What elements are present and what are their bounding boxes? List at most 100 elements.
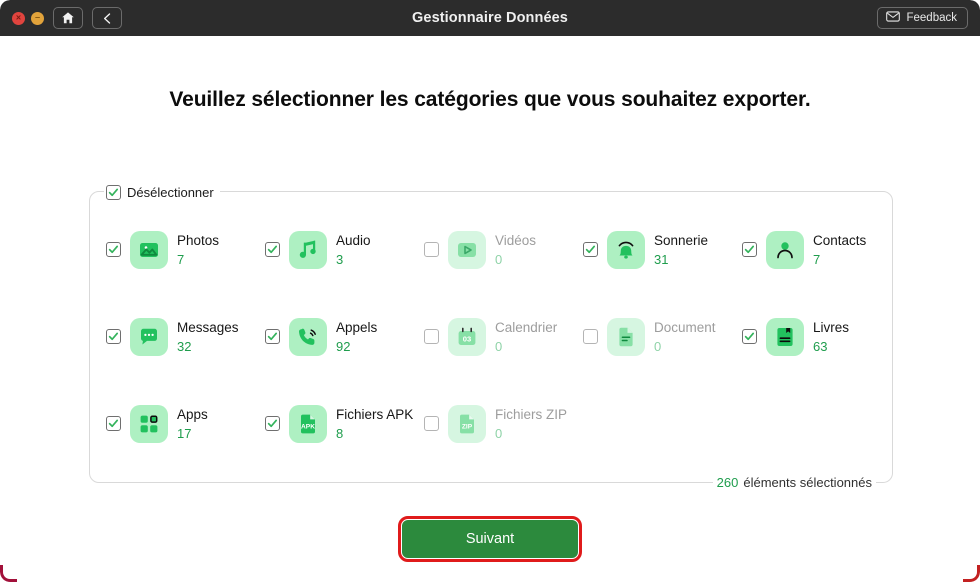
category-name: Livres — [813, 320, 850, 335]
minimize-button[interactable]: − — [31, 11, 44, 25]
home-button[interactable] — [53, 7, 83, 29]
category-item[interactable]: Audio 3 — [265, 220, 424, 307]
category-count: 17 — [177, 426, 192, 441]
category-checkbox[interactable] — [106, 416, 121, 431]
category-item[interactable]: APK Fichiers APK 8 — [265, 394, 424, 481]
category-item[interactable]: 03 Calendrier 0 — [424, 307, 583, 394]
window-controls: × − — [12, 11, 44, 25]
category-meta: Vidéos 0 — [495, 230, 536, 269]
category-count: 0 — [495, 426, 503, 441]
document-icon — [607, 318, 645, 356]
category-name: Photos — [177, 233, 220, 248]
category-name: Appels — [336, 320, 378, 335]
category-meta: Fichiers ZIP 0 — [495, 404, 567, 443]
envelope-icon — [886, 11, 901, 25]
svg-text:ZIP: ZIP — [462, 424, 473, 431]
category-item[interactable]: Document 0 — [583, 307, 742, 394]
category-checkbox[interactable] — [424, 416, 439, 431]
category-item[interactable]: Messages 32 — [106, 307, 265, 394]
category-checkbox[interactable] — [583, 329, 598, 344]
category-meta: Messages 32 — [177, 317, 239, 356]
home-icon — [61, 11, 75, 25]
deselect-all-checkbox[interactable] — [106, 184, 121, 200]
category-checkbox[interactable] — [742, 242, 757, 257]
category-item[interactable]: Appels 92 — [265, 307, 424, 394]
category-panel: Désélectionner Photos 7 Audio 3 Vidéos 0 Sonne… — [89, 182, 893, 492]
minimize-icon: − — [34, 12, 41, 22]
feedback-label: Feedback — [906, 12, 957, 24]
calendar-icon: 03 — [448, 318, 486, 356]
app-window: × − Gestionnaire Données Feedback Veuill… — [0, 0, 980, 582]
photo-icon — [130, 231, 168, 269]
category-meta: Appels 92 — [336, 317, 377, 356]
category-item[interactable]: Sonnerie 31 — [583, 220, 742, 307]
category-count: 7 — [177, 252, 185, 267]
category-name: Sonnerie — [654, 233, 709, 248]
chevron-left-icon — [101, 12, 114, 25]
category-meta: Sonnerie 31 — [654, 230, 708, 269]
next-button-container: Suivant — [0, 516, 980, 562]
category-item[interactable]: Livres 63 — [742, 307, 901, 394]
back-button[interactable] — [92, 7, 122, 29]
category-checkbox[interactable] — [583, 242, 598, 257]
category-item[interactable]: Vidéos 0 — [424, 220, 583, 307]
book-icon — [766, 318, 804, 356]
category-grid: Photos 7 Audio 3 Vidéos 0 Sonnerie 31 Contacts 7 M… — [106, 220, 878, 481]
apk-file-icon: APK — [289, 405, 327, 443]
svg-text:03: 03 — [463, 334, 471, 343]
category-checkbox[interactable] — [742, 329, 757, 344]
page-title: Veuillez sélectionner les catégories que… — [169, 88, 811, 111]
category-count: 32 — [177, 339, 192, 354]
category-item[interactable]: Apps 17 — [106, 394, 265, 481]
category-checkbox[interactable] — [106, 242, 121, 257]
feedback-button[interactable]: Feedback — [877, 7, 968, 29]
category-count: 0 — [654, 339, 662, 354]
category-item[interactable]: Contacts 7 — [742, 220, 901, 307]
selected-count: 260 éléments sélectionnés — [712, 472, 876, 492]
category-count: 31 — [654, 252, 669, 267]
category-count: 0 — [495, 339, 503, 354]
category-name: Contacts — [813, 233, 867, 248]
category-meta: Calendrier 0 — [495, 317, 557, 356]
close-button[interactable]: × — [12, 11, 25, 25]
category-name: Vidéos — [495, 233, 537, 248]
category-name: Apps — [177, 407, 208, 422]
phone-icon — [289, 318, 327, 356]
category-checkbox[interactable] — [106, 329, 121, 344]
category-checkbox[interactable] — [265, 242, 280, 257]
category-count: 0 — [495, 252, 503, 267]
music-note-icon — [289, 231, 327, 269]
chat-bubble-icon — [130, 318, 168, 356]
apps-grid-icon — [130, 405, 168, 443]
title-bar: × − Gestionnaire Données Feedback — [0, 0, 980, 36]
next-button[interactable]: Suivant — [398, 516, 582, 562]
person-icon — [766, 231, 804, 269]
category-name: Fichiers ZIP — [495, 407, 568, 422]
category-checkbox[interactable] — [265, 416, 280, 431]
deselect-all-toggle[interactable]: Désélectionner — [104, 182, 220, 202]
category-checkbox[interactable] — [424, 329, 439, 344]
category-meta: Document 0 — [654, 317, 716, 356]
deselect-all-label: Désélectionner — [127, 184, 214, 200]
category-item[interactable]: ZIP Fichiers ZIP 0 — [424, 394, 583, 481]
category-name: Calendrier — [495, 320, 558, 335]
category-name: Messages — [177, 320, 239, 335]
category-item[interactable]: Photos 7 — [106, 220, 265, 307]
category-checkbox[interactable] — [424, 242, 439, 257]
category-meta: Audio 3 — [336, 230, 371, 269]
svg-text:APK: APK — [301, 424, 315, 431]
video-play-icon — [448, 231, 486, 269]
category-meta: Contacts 7 — [813, 230, 866, 269]
zip-file-icon: ZIP — [448, 405, 486, 443]
category-name: Fichiers APK — [336, 407, 414, 422]
bell-icon — [607, 231, 645, 269]
category-checkbox[interactable] — [265, 329, 280, 344]
category-count: 3 — [336, 252, 344, 267]
window-title: Gestionnaire Données — [412, 10, 568, 26]
category-count: 63 — [813, 339, 828, 354]
close-icon: × — [15, 12, 22, 22]
category-meta: Apps 17 — [177, 404, 208, 443]
category-meta: Fichiers APK 8 — [336, 404, 413, 443]
content-area: Veuillez sélectionner les catégories que… — [0, 36, 980, 582]
category-name: Audio — [336, 233, 371, 248]
